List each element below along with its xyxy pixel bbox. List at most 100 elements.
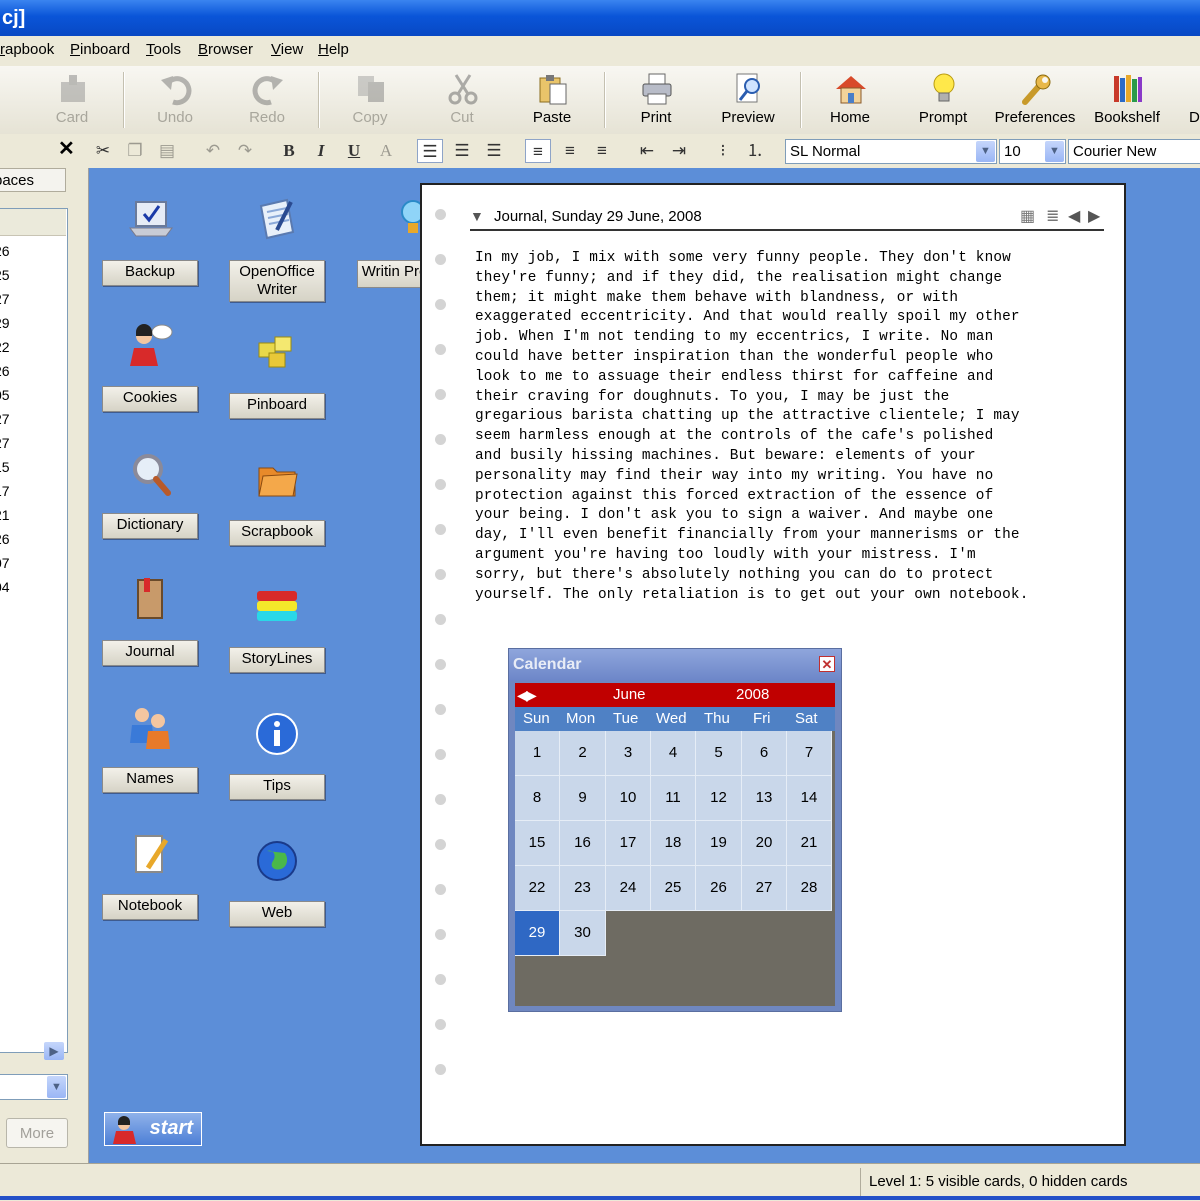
calendar-day[interactable]: 4 — [651, 731, 696, 776]
calendar-day[interactable]: 12 — [696, 776, 742, 821]
bold-button[interactable]: B — [276, 139, 302, 163]
calendar-day[interactable]: 19 — [696, 821, 742, 866]
chevron-down-icon[interactable]: ▼ — [47, 1076, 66, 1098]
journal-card[interactable]: ▼ Journal, Sunday 29 June, 2008 ▦ ≣ ◀ ▶ … — [420, 183, 1126, 1146]
names-shortcut[interactable]: Names — [102, 703, 198, 793]
more-button[interactable]: More — [6, 1118, 68, 1148]
redo-small-button[interactable]: ↷ — [232, 139, 258, 163]
align-left-button[interactable]: ☰ — [417, 139, 443, 163]
calendar-month[interactable]: June — [613, 683, 646, 707]
scroll-right-button[interactable]: ▶ — [44, 1042, 64, 1060]
outdent-button[interactable]: ⇤ — [634, 139, 660, 163]
list-item[interactable]: 05 — [0, 387, 10, 403]
list-item[interactable]: 29 — [0, 315, 10, 331]
calendar-day[interactable]: 10 — [606, 776, 651, 821]
list-item[interactable]: 21 — [0, 507, 10, 523]
calendar-day[interactable]: 28 — [787, 866, 832, 911]
calendar-day[interactable]: 17 — [606, 821, 651, 866]
home-button[interactable]: Home — [804, 66, 896, 134]
list-item[interactable]: 04 — [0, 579, 10, 595]
menu-scrapbook[interactable]: rapbook — [0, 41, 54, 58]
list-item[interactable]: 25 — [0, 267, 10, 283]
menu-browser[interactable]: Browser — [198, 41, 253, 58]
underline-button[interactable]: U — [341, 139, 367, 163]
workspace-select[interactable]: ▼ — [0, 1074, 68, 1100]
line-spacing-double-button[interactable]: ≡ — [589, 139, 615, 163]
workspaces-tab[interactable]: paces — [0, 168, 66, 192]
list-item[interactable]: 17 — [0, 483, 10, 499]
calendar-day[interactable]: 6 — [742, 731, 787, 776]
calendar-day[interactable]: 1 — [515, 731, 560, 776]
font-color-button[interactable]: A — [373, 139, 399, 163]
list-item[interactable]: 15 — [0, 459, 10, 475]
card-title[interactable]: Journal, Sunday 29 June, 2008 — [494, 208, 702, 225]
bookshelf-button[interactable]: Bookshelf — [1081, 66, 1173, 134]
notebook-shortcut[interactable]: Notebook — [102, 830, 198, 920]
list-item[interactable]: 22 — [0, 339, 10, 355]
paste-small-button[interactable]: ▤ — [154, 139, 180, 163]
calendar-day[interactable]: 25 — [651, 866, 696, 911]
tips-shortcut[interactable]: Tips — [229, 710, 325, 800]
line-spacing-medium-button[interactable]: ≡ — [557, 139, 583, 163]
chevron-down-icon[interactable]: ▼ — [976, 141, 995, 162]
scrapbook-shortcut[interactable]: Scrapbook — [229, 456, 325, 546]
list-item[interactable]: 27 — [0, 291, 10, 307]
grid-view-icon[interactable]: ▦ — [1020, 206, 1035, 226]
calendar-day[interactable]: 18 — [651, 821, 696, 866]
paste-button[interactable]: Paste — [506, 66, 598, 134]
calendar-day[interactable]: 23 — [560, 866, 606, 911]
menu-view[interactable]: View — [271, 41, 303, 58]
indent-button[interactable]: ⇥ — [666, 139, 692, 163]
calendar-day[interactable]: 22 — [515, 866, 560, 911]
journal-shortcut[interactable]: Journal — [102, 576, 198, 666]
calendar-day[interactable]: 15 — [515, 821, 560, 866]
previous-card-icon[interactable]: ◀ — [1068, 206, 1080, 226]
align-center-button[interactable]: ☰ — [449, 139, 475, 163]
cut-button[interactable]: Cut — [416, 66, 508, 134]
web-shortcut[interactable]: Web — [229, 837, 325, 927]
calendar-day[interactable]: 9 — [560, 776, 606, 821]
print-button[interactable]: Print — [610, 66, 702, 134]
dictionary-shortcut[interactable]: Dictionary — [102, 449, 198, 539]
backup-shortcut[interactable]: Backup — [102, 196, 198, 286]
bullet-list-button[interactable]: ⁝ — [710, 139, 736, 163]
list-item[interactable]: 26 — [0, 531, 10, 547]
italic-button[interactable]: I — [308, 139, 334, 163]
storylines-shortcut[interactable]: StoryLines — [229, 583, 325, 673]
close-icon[interactable]: ✕ — [58, 136, 75, 161]
undo-small-button[interactable]: ↶ — [200, 139, 226, 163]
calendar-day[interactable]: 2 — [560, 731, 606, 776]
writing-prompt-shortcut[interactable]: Writin Promp — [357, 196, 421, 288]
calendar-day[interactable]: 5 — [696, 731, 742, 776]
card-body-text[interactable]: In my job, I mix with some very funny pe… — [475, 249, 1105, 605]
calendar-day[interactable]: 7 — [787, 731, 832, 776]
calendar-day[interactable]: 30 — [560, 911, 606, 956]
calendar-day[interactable]: 27 — [742, 866, 787, 911]
start-button[interactable]: start — [104, 1112, 202, 1146]
menu-tools[interactable]: Tools — [146, 41, 181, 58]
style-select[interactable]: SL Normal ▼ — [785, 139, 997, 164]
font-family-select[interactable]: Courier New — [1068, 139, 1200, 164]
cut-small-button[interactable]: ✂ — [90, 139, 116, 163]
list-view-icon[interactable]: ≣ — [1046, 206, 1059, 226]
preview-button[interactable]: Preview — [702, 66, 794, 134]
list-item[interactable]: 07 — [0, 555, 10, 571]
calendar-year[interactable]: 2008 — [736, 683, 769, 707]
overflow-toolbar-button[interactable]: D — [1172, 66, 1200, 134]
calendar-day[interactable]: 26 — [696, 866, 742, 911]
list-item[interactable]: 26 — [0, 363, 10, 379]
card-button[interactable]: Card — [26, 66, 118, 134]
chevron-down-icon[interactable]: ▼ — [1045, 141, 1064, 162]
calendar-day[interactable]: 29 — [515, 911, 560, 956]
copy-button[interactable]: Copy — [324, 66, 416, 134]
calendar-day[interactable]: 3 — [606, 731, 651, 776]
next-month-icon[interactable]: ▶ — [526, 683, 537, 707]
preferences-button[interactable]: Preferences — [989, 66, 1081, 134]
prompt-button[interactable]: Prompt — [897, 66, 989, 134]
calendar-title-bar[interactable]: Calendar — [509, 649, 841, 681]
line-spacing-single-button[interactable]: ≡ — [525, 139, 551, 163]
card-list[interactable]: 26 25 27 29 22 26 05 27 27 15 17 21 26 0… — [0, 208, 68, 1053]
calendar-day[interactable]: 24 — [606, 866, 651, 911]
numbered-list-button[interactable]: ⒈ — [742, 139, 768, 163]
calendar-day[interactable]: 13 — [742, 776, 787, 821]
